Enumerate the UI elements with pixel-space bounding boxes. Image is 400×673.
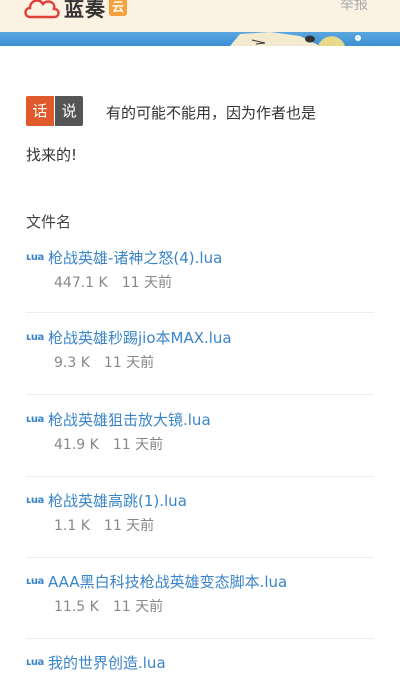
filename-column-header: 文件名 <box>26 213 72 231</box>
file-item[interactable]: ʟua AAA黑白科技枪战英雄变态脚本.lua 11.5 K 11 天前 <box>26 570 376 616</box>
file-size: 1.1 K <box>54 518 90 534</box>
file-size: 9.3 K <box>54 355 90 371</box>
notice-block: 话 说 有的可能不能用，因为作者也是 找来的! <box>26 96 366 164</box>
file-time: 11 天前 <box>103 518 155 534</box>
file-item[interactable]: ʟua 枪战英雄狙击放大镜.lua 41.9 K 11 天前 <box>26 408 376 454</box>
file-name-link[interactable]: 我的世界创造.lua <box>48 652 166 673</box>
notice-text-continued: 找来的! <box>26 146 78 164</box>
divider <box>26 638 374 639</box>
divider <box>26 312 374 313</box>
file-item[interactable]: ʟua 枪战英雄秒踢jio本MAX.lua 9.3 K 11 天前 <box>26 326 376 372</box>
logo-text: 蓝奏 <box>64 0 106 21</box>
file-time: 11 天前 <box>103 355 155 371</box>
divider <box>26 394 374 395</box>
notice-tag-shuo: 说 <box>55 96 84 126</box>
report-link[interactable]: 举报 <box>340 0 368 14</box>
lua-file-icon: ʟua <box>26 331 44 343</box>
file-size: 11.5 K <box>54 599 99 615</box>
file-time: 11 天前 <box>121 275 172 291</box>
file-name-link[interactable]: 枪战英雄秒踢jio本MAX.lua <box>48 327 232 348</box>
file-item[interactable]: ʟua 枪战英雄-诸神之怒(4).lua 447.1 K 11 天前 <box>26 246 376 292</box>
divider <box>26 476 374 477</box>
banner-decoration <box>230 32 361 46</box>
cloud-logo-icon <box>24 0 60 19</box>
file-name-link[interactable]: 枪战英雄-诸神之怒(4).lua <box>48 247 222 268</box>
logo[interactable]: 蓝奏 云 <box>22 0 127 22</box>
divider <box>26 557 374 558</box>
file-time: 11 天前 <box>112 599 164 615</box>
file-name-link[interactable]: AAA黑白科技枪战英雄变态脚本.lua <box>48 571 287 592</box>
file-size: 41.9 K <box>54 437 99 453</box>
file-item[interactable]: ʟua 枪战英雄高跳(1).lua 1.1 K 11 天前 <box>26 489 376 535</box>
notice-tag-hua: 话 <box>26 96 54 126</box>
file-name-link[interactable]: 枪战英雄狙击放大镜.lua <box>48 409 211 430</box>
lua-file-icon: ʟua <box>26 656 44 668</box>
file-name-link[interactable]: 枪战英雄高跳(1).lua <box>48 490 187 511</box>
lua-file-icon: ʟua <box>26 575 44 587</box>
notice-text: 有的可能不能用，因为作者也是 <box>106 104 317 122</box>
logo-badge: 云 <box>109 0 127 16</box>
lua-file-icon: ʟua <box>26 413 44 425</box>
lua-file-icon: ʟua <box>26 494 44 506</box>
file-size: 447.1 K <box>54 275 108 291</box>
file-item[interactable]: ʟua 我的世界创造.lua <box>26 651 376 673</box>
lua-file-icon: ʟua <box>26 251 44 263</box>
app-header: 蓝奏 云 举报 <box>0 0 400 46</box>
file-time: 11 天前 <box>112 437 164 453</box>
